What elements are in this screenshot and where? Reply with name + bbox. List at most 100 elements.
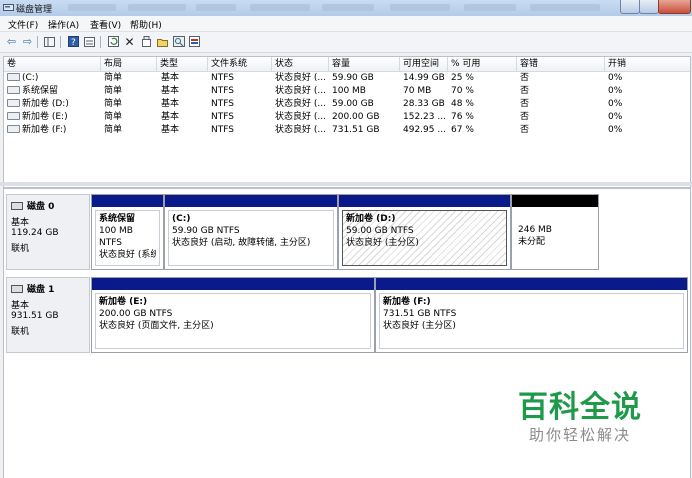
minimize-button[interactable]: [620, 0, 640, 14]
partition-bar: [165, 195, 337, 207]
layout-cell: 简单: [104, 86, 123, 96]
menu-bar: 文件(F) 操作(A) 查看(V) 帮助(H): [0, 16, 692, 32]
partition-size: 200.00 GB NTFS: [99, 309, 173, 319]
watermark-title: 百科全说: [518, 390, 642, 425]
console-tree-icon[interactable]: [43, 35, 56, 48]
title-bar: 磁盘管理: [0, 0, 692, 17]
maximize-button[interactable]: [639, 0, 659, 14]
properties-icon[interactable]: [140, 35, 153, 48]
layout-cell: 简单: [104, 73, 123, 83]
partition-bar: [339, 195, 510, 207]
free-space-cell: 70 MB: [403, 86, 432, 96]
percent-free-cell: 67 %: [451, 125, 474, 135]
column-header-volume[interactable]: 卷: [4, 57, 101, 71]
disk-settings-icon[interactable]: [188, 35, 201, 48]
disk-size: 931.51 GB: [11, 311, 59, 321]
overhead-cell: 0%: [608, 73, 623, 83]
status-cell: 状态良好 (...: [275, 99, 326, 109]
disk-1-info[interactable]: 磁盘 1 基本 931.51 GB 联机: [6, 277, 90, 353]
column-header-fault-tolerance[interactable]: 容错: [517, 57, 605, 71]
back-arrow-icon[interactable]: ⇦: [5, 35, 18, 48]
volume-icon: [7, 98, 20, 107]
table-row[interactable]: 系统保留 简单 基本 NTFS 状态良好 (... 100 MB 70 MB 7…: [4, 85, 690, 98]
volume-icon: [7, 111, 20, 120]
column-header-filesystem[interactable]: 文件系统: [208, 57, 272, 71]
partition-bar: [92, 278, 374, 290]
blurred-title-tab: [250, 4, 310, 11]
menu-view[interactable]: 查看(V): [90, 18, 121, 31]
column-header-overhead[interactable]: 开销: [605, 57, 690, 71]
forward-arrow-icon[interactable]: ⇨: [21, 35, 34, 48]
partition-f[interactable]: 新加卷 (F:) 731.51 GB NTFS 状态良好 (主分区): [375, 277, 688, 353]
partition-bar: [376, 278, 687, 290]
partition-status: 状态良好 (主分区): [346, 238, 419, 248]
svg-text:?: ?: [71, 38, 76, 47]
column-header-percent-free[interactable]: % 可用: [448, 57, 517, 71]
partition-size: 59.00 GB NTFS: [346, 226, 414, 236]
capacity-cell: 200.00 GB: [332, 112, 380, 122]
partition-e[interactable]: 新加卷 (E:) 200.00 GB NTFS 状态良好 (页面文件, 主分区): [91, 277, 375, 353]
layout-cell: 简单: [104, 99, 123, 109]
partition-system-reserved[interactable]: 系统保留 100 MB NTFS 状态良好 (系统,: [91, 194, 164, 270]
table-row[interactable]: (C:) 简单 基本 NTFS 状态良好 (... 59.90 GB 14.99…: [4, 72, 690, 85]
open-folder-icon[interactable]: [156, 35, 169, 48]
table-row[interactable]: 新加卷 (E:) 简单 基本 NTFS 状态良好 (... 200.00 GB …: [4, 111, 690, 124]
partition-size: 246 MB: [518, 225, 552, 235]
disk-icon: [11, 201, 23, 210]
disk-0-info[interactable]: 磁盘 0 基本 119.24 GB 联机: [6, 194, 90, 270]
disk-name: 磁盘 0: [27, 202, 55, 212]
overhead-cell: 0%: [608, 99, 623, 109]
column-header-status[interactable]: 状态: [272, 57, 329, 71]
partition-bar: [92, 195, 163, 207]
type-cell: 基本: [161, 99, 180, 109]
volume-cell: 系统保留: [7, 85, 58, 98]
column-header-layout[interactable]: 布局: [101, 57, 157, 71]
menu-action[interactable]: 操作(A): [48, 18, 79, 31]
partition-name: 系统保留: [99, 214, 136, 224]
column-header-type[interactable]: 类型: [157, 57, 208, 71]
status-cell: 状态良好 (...: [275, 125, 326, 135]
partition-size: 731.51 GB NTFS: [383, 309, 457, 319]
status-cell: 状态良好 (...: [275, 112, 326, 122]
partition-status: 未分配: [518, 237, 546, 247]
partition-c[interactable]: (C:) 59.90 GB NTFS 状态良好 (启动, 故障转储, 主分区): [164, 194, 338, 270]
close-button[interactable]: [658, 0, 691, 14]
blurred-title-tab: [68, 4, 116, 11]
volume-icon: [7, 85, 20, 94]
partition-d[interactable]: 新加卷 (D:) 59.00 GB NTFS 状态良好 (主分区): [338, 194, 511, 270]
disk-size: 119.24 GB: [11, 228, 59, 238]
fault-tolerance-cell: 否: [520, 73, 530, 83]
help-icon[interactable]: ?: [67, 35, 80, 48]
column-header-free-space[interactable]: 可用空间: [400, 57, 448, 71]
delete-icon[interactable]: ✕: [123, 35, 136, 48]
partition-unallocated[interactable]: 246 MB 未分配: [511, 194, 599, 270]
capacity-cell: 59.00 GB: [332, 99, 374, 109]
partition-size: 100 MB NTFS: [99, 226, 133, 248]
disk-icon: [11, 284, 23, 293]
overhead-cell: 0%: [608, 86, 623, 96]
disk-management-icon: [3, 4, 14, 11]
layout-cell: 简单: [104, 125, 123, 135]
status-cell: 状态良好 (...: [275, 86, 326, 96]
watermark-subtitle: 助你轻松解决: [528, 426, 631, 444]
disk-type: 基本: [11, 218, 30, 228]
filesystem-cell: NTFS: [211, 112, 234, 122]
column-header-capacity[interactable]: 容量: [329, 57, 400, 71]
fault-tolerance-cell: 否: [520, 86, 530, 96]
free-space-cell: 492.95 ...: [403, 125, 446, 135]
refresh-icon[interactable]: [107, 35, 120, 48]
fault-tolerance-cell: 否: [520, 125, 530, 135]
filesystem-cell: NTFS: [211, 125, 234, 135]
partition-status: 状态良好 (系统,: [99, 250, 156, 260]
search-icon[interactable]: [172, 35, 185, 48]
table-row[interactable]: 新加卷 (F:) 简单 基本 NTFS 状态良好 (... 731.51 GB …: [4, 124, 690, 137]
table-row[interactable]: 新加卷 (D:) 简单 基本 NTFS 状态良好 (... 59.00 GB 2…: [4, 98, 690, 111]
list-view-icon[interactable]: [83, 35, 96, 48]
filesystem-cell: NTFS: [211, 86, 234, 96]
overhead-cell: 0%: [608, 112, 623, 122]
free-space-cell: 14.99 GB: [403, 73, 445, 83]
pane-splitter[interactable]: [0, 182, 692, 186]
menu-help[interactable]: 帮助(H): [130, 18, 162, 31]
volume-cell: (C:): [7, 72, 38, 85]
menu-file[interactable]: 文件(F): [8, 18, 38, 31]
